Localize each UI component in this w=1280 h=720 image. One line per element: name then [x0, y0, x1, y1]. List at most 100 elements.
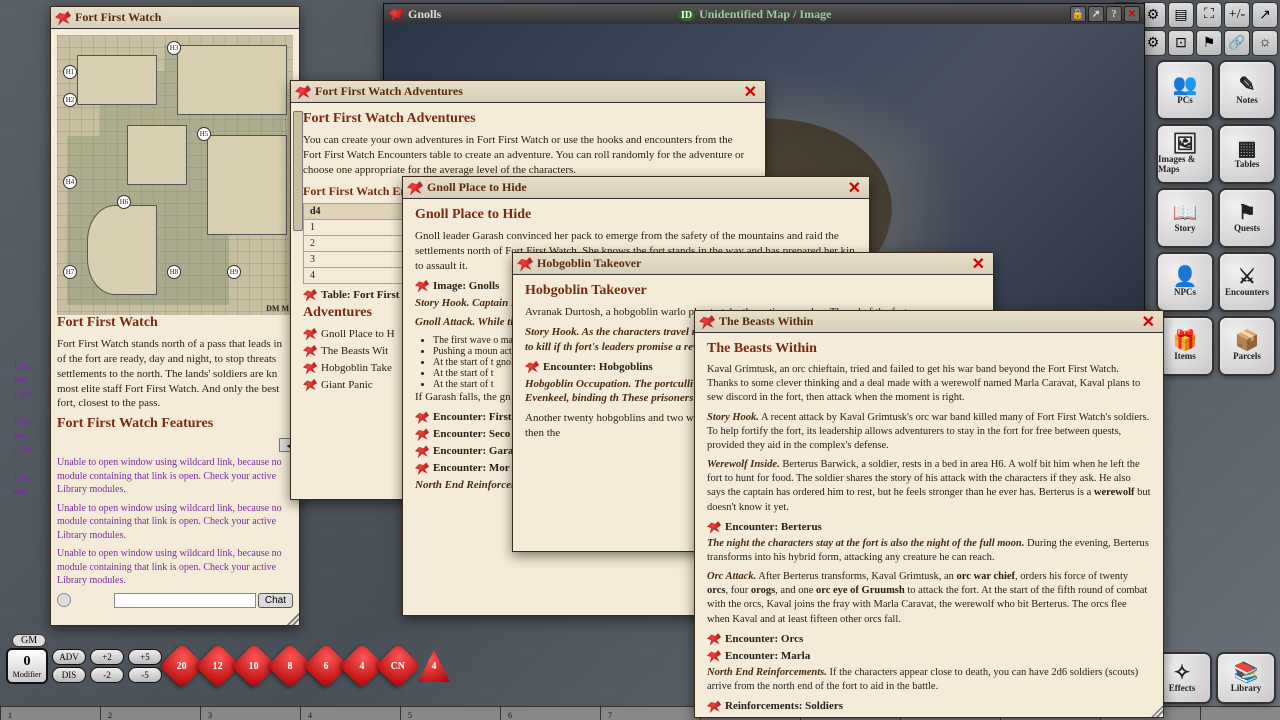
map-pin[interactable]: H9 — [227, 265, 241, 279]
mini-btn[interactable]: ⚑ — [1196, 30, 1222, 56]
dm-label: DM M — [266, 304, 289, 313]
encounter-link[interactable]: Encounter: Berterus — [707, 520, 1151, 534]
window-fort-first-watch: Fort First Watch H1 H2 H3 H4 H5 H6 H7 H8… — [50, 6, 300, 626]
map-pin[interactable]: H8 — [167, 265, 181, 279]
mod-pill[interactable]: -2 — [90, 667, 124, 683]
d4-alt-die[interactable]: 4 — [418, 650, 450, 682]
sidebar-images-maps[interactable]: 🖼Images & Maps — [1156, 124, 1214, 184]
sidebar-story[interactable]: 📖Story — [1156, 188, 1214, 248]
sidebar-tables[interactable]: ▦Tables — [1218, 124, 1276, 184]
body-text: The night the characters stay at the for… — [707, 537, 1151, 565]
window-beasts-within: The Beasts Within ✕ The Beasts Within Ka… — [694, 310, 1164, 718]
close-icon[interactable]: ✕ — [1138, 312, 1159, 332]
section-heading: Fort First Watch Features — [57, 416, 293, 432]
close-icon[interactable]: ✕ — [968, 254, 989, 274]
dice-tray: 0Modifier ADV DIS +2 -2 +5 -5 20 12 10 8… — [6, 648, 450, 684]
map-desc: Fort First Watch stands north of a pass … — [57, 337, 293, 411]
body-text: Orc Attack. After Berterus transforms, K… — [707, 570, 1151, 627]
section-heading: Fort First Watch — [57, 315, 293, 331]
gnollwin-titlebar[interactable]: Gnoll Place to Hide ✕ — [403, 177, 869, 199]
map-pin[interactable]: H5 — [197, 127, 211, 141]
encounter-link[interactable]: Encounter: Orcs — [707, 632, 1151, 646]
chat-button[interactable]: Chat — [258, 593, 293, 608]
map-thumbnail[interactable]: H1 H2 H3 H4 H5 H6 H7 H8 H9 DM M — [57, 35, 293, 315]
warning-text: Unable to open window using wildcard lin… — [57, 502, 293, 543]
share-icon[interactable]: ↗ — [1088, 6, 1104, 22]
mod-pill[interactable]: +2 — [90, 649, 124, 665]
id-badge: ID — [678, 10, 695, 21]
mod-pill[interactable]: +5 — [128, 649, 162, 665]
section-heading: Fort First Watch Adventures — [303, 111, 753, 127]
resize-handle[interactable] — [1151, 705, 1163, 717]
sidebar-pcs[interactable]: 👥PCs — [1156, 60, 1214, 120]
map-pin[interactable]: H7 — [63, 265, 77, 279]
dragon-icon — [55, 10, 71, 26]
dragon-icon — [517, 256, 533, 272]
map-pin[interactable]: H4 — [63, 175, 77, 189]
imgwin-title: Gnolls — [408, 7, 441, 22]
map-pin[interactable]: H1 — [63, 65, 77, 79]
imgwin-titlebar[interactable]: Gnolls IDUnidentified Map / Image 🔒 ↗ ? … — [384, 4, 1144, 24]
pageflip-icon[interactable] — [57, 593, 71, 607]
close-icon[interactable]: ✕ — [844, 178, 865, 198]
body-text: Kaval Grimtusk, an orc chieftain, tried … — [707, 363, 1151, 406]
chat-input[interactable] — [114, 593, 256, 608]
sidebar-npcs[interactable]: 👤NPCs — [1156, 252, 1214, 312]
dragon-icon — [295, 84, 311, 100]
modifier-chip[interactable]: 0Modifier — [6, 648, 48, 684]
map-pin[interactable]: H3 — [167, 41, 181, 55]
mini-btn[interactable]: ▤ — [1168, 2, 1194, 28]
mini-btn[interactable]: ☼ — [1252, 30, 1278, 56]
advwin-title: Fort First Watch Adventures — [315, 84, 463, 99]
reinforcements-link[interactable]: Reinforcements: Soldiers — [707, 699, 1151, 713]
mini-btn[interactable]: ⛶ — [1196, 2, 1222, 28]
mini-btn[interactable]: ↗ — [1252, 2, 1278, 28]
resize-handle[interactable] — [287, 613, 299, 625]
mini-btn[interactable]: +/- — [1224, 2, 1250, 28]
scrollbar[interactable] — [293, 111, 303, 231]
body-text: Story Hook. A recent attack by Kaval Gri… — [707, 411, 1151, 454]
map-pin[interactable]: H2 — [63, 93, 77, 107]
warning-text: Unable to open window using wildcard lin… — [57, 547, 293, 588]
sidebar-encounters[interactable]: ⚔Encounters — [1218, 252, 1276, 312]
dragon-icon — [388, 6, 404, 22]
imgwin-subtitle: Unidentified Map / Image — [699, 7, 831, 21]
mapwin-titlebar[interactable]: Fort First Watch — [51, 7, 299, 29]
beastwin-title: The Beasts Within — [719, 314, 813, 329]
custom-die[interactable]: CN — [375, 643, 420, 688]
help-icon[interactable]: ? — [1106, 6, 1122, 22]
sidebar-library[interactable]: 📚Library — [1216, 652, 1276, 704]
sidebar-notes[interactable]: ✎Notes — [1218, 60, 1276, 120]
map-pin[interactable]: H6 — [117, 195, 131, 209]
close-icon[interactable]: ✕ — [740, 82, 761, 102]
mini-btn[interactable]: ⊡ — [1168, 30, 1194, 56]
encounter-link[interactable]: Encounter: Marla — [707, 649, 1151, 663]
section-heading: Gnoll Place to Hide — [415, 207, 857, 223]
sidebar-right: 👥PCs ✎Notes 🖼Images & Maps ▦Tables 📖Stor… — [1152, 56, 1280, 720]
dis-pill[interactable]: DIS — [52, 667, 86, 683]
mod-pill[interactable]: -5 — [128, 667, 162, 683]
mini-btn[interactable]: 🔗 — [1224, 30, 1250, 56]
gm-badge[interactable]: GM — [12, 634, 46, 647]
gnollwin-title: Gnoll Place to Hide — [427, 180, 527, 195]
warning-text: Unable to open window using wildcard lin… — [57, 456, 293, 497]
body-text: North End Reinforcements. If the charact… — [707, 666, 1151, 694]
section-heading: The Beasts Within — [707, 341, 1151, 357]
lock-icon[interactable]: 🔒 — [1070, 6, 1086, 22]
advwin-titlebar[interactable]: Fort First Watch Adventures ✕ — [291, 81, 765, 103]
adv-text: You can create your own adventures in Fo… — [303, 133, 753, 178]
beastwin-titlebar[interactable]: The Beasts Within ✕ — [695, 311, 1163, 333]
body-text: Werewolf Inside. Berterus Barwick, a sol… — [707, 458, 1151, 515]
sidebar-quests[interactable]: ⚑Quests — [1218, 188, 1276, 248]
sidebar-parcels[interactable]: 📦Parcels — [1218, 316, 1276, 376]
adv-pill[interactable]: ADV — [52, 649, 86, 665]
hobwin-titlebar[interactable]: Hobgoblin Takeover ✕ — [513, 253, 993, 275]
mapwin-title: Fort First Watch — [75, 10, 161, 25]
dragon-icon — [407, 180, 423, 196]
section-heading: Hobgoblin Takeover — [525, 283, 981, 299]
hobwin-title: Hobgoblin Takeover — [537, 256, 641, 271]
dragon-icon — [303, 288, 317, 302]
sidebar-items[interactable]: 🎁Items — [1156, 316, 1214, 376]
dragon-icon — [699, 314, 715, 330]
close-icon[interactable]: ✕ — [1124, 6, 1140, 22]
